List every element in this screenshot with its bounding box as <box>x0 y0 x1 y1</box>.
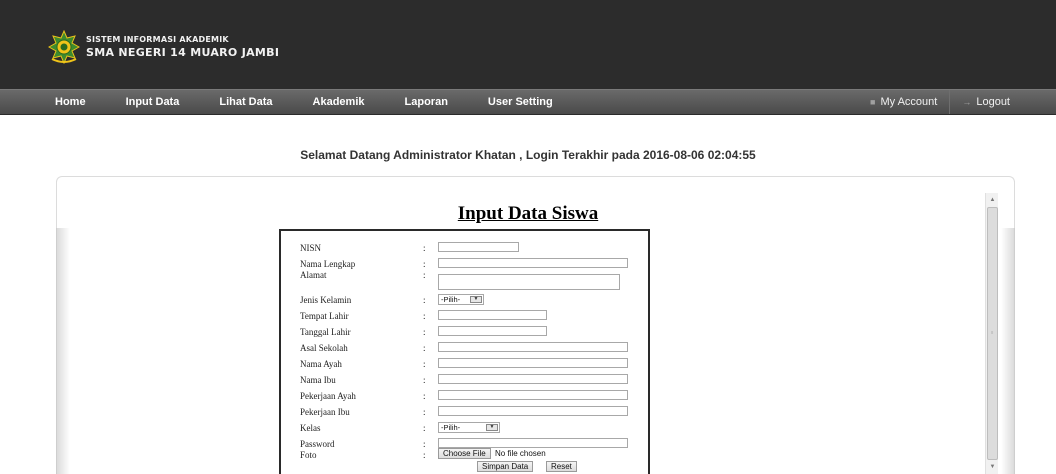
choose-file-button[interactable]: Choose File <box>438 448 491 459</box>
password-input[interactable] <box>438 438 628 448</box>
label-nama-ayah: Nama Ayah <box>300 359 342 369</box>
navbar: Home Input Data Lihat Data Akademik Lapo… <box>0 89 1056 115</box>
main-menu: Home Input Data Lihat Data Akademik Lapo… <box>0 90 573 114</box>
kelas-select[interactable]: -Pilih- ▼ <box>438 422 500 433</box>
label-alamat: Alamat <box>300 270 327 280</box>
row-pekerjaan-ayah: Pekerjaan Ayah : <box>281 390 652 404</box>
scrollbar[interactable]: ▲ ≡ ▼ <box>985 193 998 474</box>
colon: : <box>423 343 426 353</box>
header: SISTEM INFORMASI AKADEMIK SMA NEGERI 14 … <box>0 0 1056 89</box>
nav-lihat-data[interactable]: Lihat Data <box>199 90 292 114</box>
grip-icon: ≡ <box>991 330 994 335</box>
school-emblem-icon <box>48 30 80 64</box>
label-password: Password <box>300 439 335 449</box>
logout-link[interactable]: → Logout <box>950 90 1056 114</box>
my-account-label: My Account <box>880 96 938 108</box>
nav-input-data[interactable]: Input Data <box>106 90 200 114</box>
label-nisn: NISN <box>300 243 322 253</box>
user-icon: ■ <box>870 97 876 107</box>
logo-title: SISTEM INFORMASI AKADEMIK <box>86 35 229 44</box>
colon: : <box>423 270 426 280</box>
arrow-right-icon: → <box>962 97 972 107</box>
nav-user-setting[interactable]: User Setting <box>468 90 573 114</box>
scrollbar-thumb[interactable]: ≡ <box>987 207 998 460</box>
jenis-kelamin-select[interactable]: -Pilih- ▼ <box>438 294 484 305</box>
label-foto: Foto <box>300 450 317 460</box>
nav-akademik[interactable]: Akademik <box>293 90 385 114</box>
row-nama-ayah: Nama Ayah : <box>281 358 652 372</box>
form-title: Input Data Siswa <box>457 203 599 224</box>
jenis-kelamin-selected: -Pilih- <box>441 295 461 304</box>
nama-ayah-input[interactable] <box>438 358 628 368</box>
nisn-input[interactable] <box>438 242 519 252</box>
student-input-form: NISN : Nama Lengkap : Alamat : Jenis Kel… <box>279 229 650 474</box>
panel-shadow-left <box>56 228 70 474</box>
row-nisn: NISN : <box>281 242 652 256</box>
colon: : <box>423 439 426 449</box>
logout-label: Logout <box>976 96 1010 108</box>
label-pekerjaan-ibu: Pekerjaan Ibu <box>300 407 350 417</box>
row-nama-ibu: Nama Ibu : <box>281 374 652 388</box>
colon: : <box>423 423 426 433</box>
nav-laporan[interactable]: Laporan <box>385 90 468 114</box>
welcome-message: Selamat Datang Administrator Khatan , Lo… <box>300 148 756 162</box>
logo-school-name: SMA NEGERI 14 MUARO JAMBI <box>86 46 280 59</box>
kelas-selected: -Pilih- <box>441 423 461 432</box>
panel-shadow-right <box>1001 228 1015 474</box>
colon: : <box>423 391 426 401</box>
row-jenis-kelamin: Jenis Kelamin : -Pilih- ▼ <box>281 294 652 308</box>
alamat-textarea[interactable] <box>438 274 620 290</box>
save-button[interactable]: Simpan Data <box>477 461 534 472</box>
scroll-up-icon[interactable]: ▲ <box>986 193 999 207</box>
label-jenis-kelamin: Jenis Kelamin <box>300 295 352 305</box>
asal-sekolah-input[interactable] <box>438 342 628 352</box>
tempat-lahir-input[interactable] <box>438 310 547 320</box>
tanggal-lahir-input[interactable] <box>438 326 547 336</box>
account-menu: ■ My Account → Logout <box>858 90 1056 114</box>
label-tanggal-lahir: Tanggal Lahir <box>300 327 351 337</box>
colon: : <box>423 243 426 253</box>
row-tempat-lahir: Tempat Lahir : <box>281 310 652 324</box>
label-nama-lengkap: Nama Lengkap <box>300 259 356 269</box>
colon: : <box>423 450 426 460</box>
nama-ibu-input[interactable] <box>438 374 628 384</box>
row-pekerjaan-ibu: Pekerjaan Ibu : <box>281 406 652 420</box>
label-pekerjaan-ayah: Pekerjaan Ayah <box>300 391 356 401</box>
nav-home[interactable]: Home <box>0 90 106 114</box>
row-kelas: Kelas : -Pilih- ▼ <box>281 422 652 436</box>
colon: : <box>423 259 426 269</box>
chevron-down-icon: ▼ <box>470 296 482 303</box>
colon: : <box>423 407 426 417</box>
colon: : <box>423 327 426 337</box>
nama-lengkap-input[interactable] <box>438 258 628 268</box>
scroll-down-icon[interactable]: ▼ <box>986 460 999 474</box>
file-status: No file chosen <box>495 449 546 458</box>
label-kelas: Kelas <box>300 423 321 433</box>
pekerjaan-ayah-input[interactable] <box>438 390 628 400</box>
pekerjaan-ibu-input[interactable] <box>438 406 628 416</box>
label-nama-ibu: Nama Ibu <box>300 375 336 385</box>
reset-button[interactable]: Reset <box>546 461 577 472</box>
row-tanggal-lahir: Tanggal Lahir : <box>281 326 652 340</box>
colon: : <box>423 295 426 305</box>
label-tempat-lahir: Tempat Lahir <box>300 311 349 321</box>
colon: : <box>423 359 426 369</box>
logo[interactable]: SISTEM INFORMASI AKADEMIK SMA NEGERI 14 … <box>48 30 279 64</box>
chevron-down-icon: ▼ <box>486 424 498 431</box>
row-asal-sekolah: Asal Sekolah : <box>281 342 652 356</box>
label-asal-sekolah: Asal Sekolah <box>300 343 348 353</box>
colon: : <box>423 311 426 321</box>
row-alamat: Alamat : <box>281 269 652 293</box>
my-account-link[interactable]: ■ My Account <box>858 90 949 114</box>
colon: : <box>423 375 426 385</box>
row-foto: Foto : Choose File No file chosen <box>281 448 652 463</box>
